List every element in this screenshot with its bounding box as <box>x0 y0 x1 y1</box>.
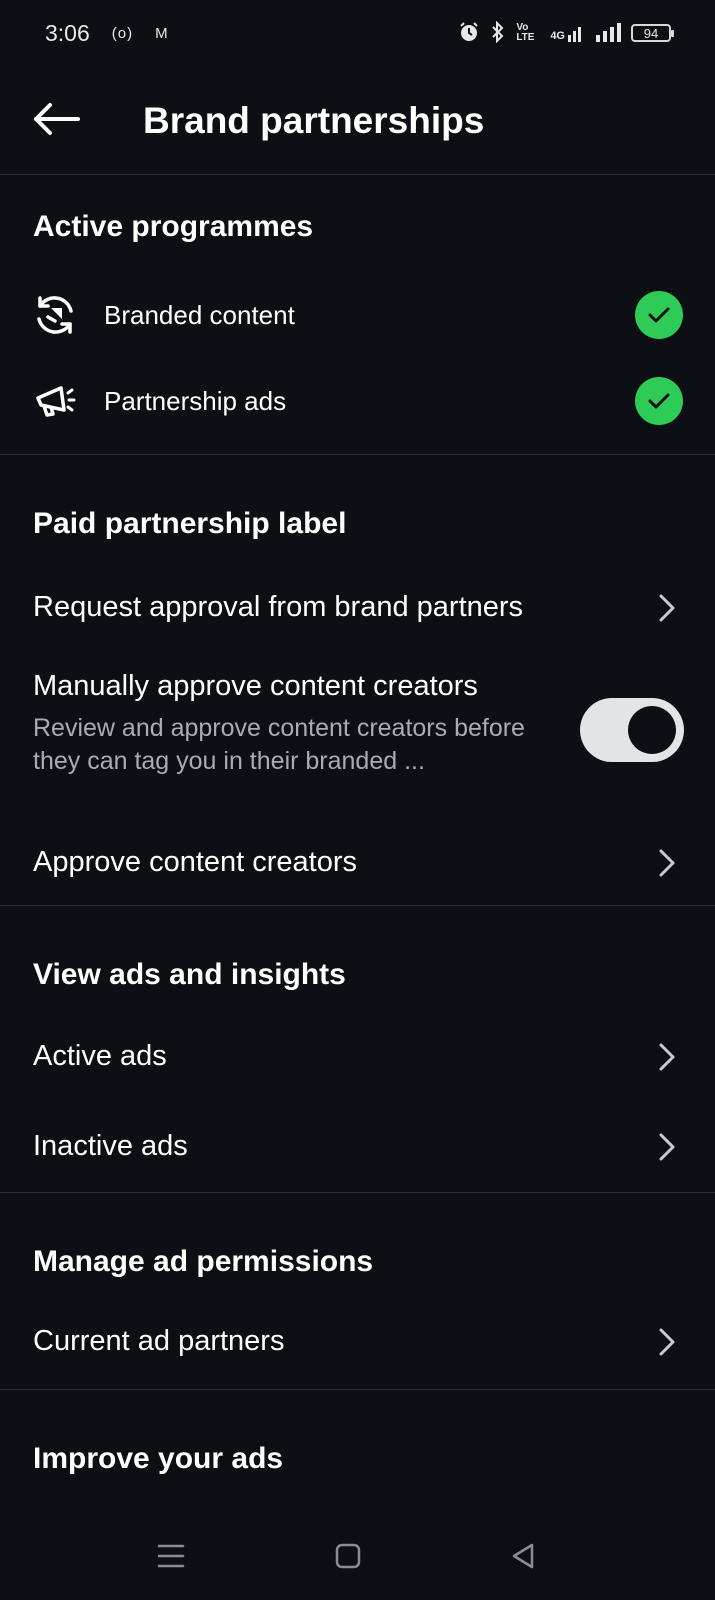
branded-content-label: Branded content <box>104 300 295 330</box>
alarm-icon <box>458 21 480 46</box>
row-inactive-ads[interactable]: Inactive ads <box>0 1115 715 1179</box>
section-improve-ads: Improve your ads <box>0 1391 715 1511</box>
status-bar-left: 3:06 (o) M <box>45 20 169 47</box>
chevron-right-icon <box>650 1040 684 1074</box>
battery-level: 94 <box>643 25 659 41</box>
chevron-right-icon <box>650 591 684 625</box>
toggle-knob <box>628 706 676 754</box>
volte-icon: Vo LTE <box>516 22 535 43</box>
manually-approve-label: Manually approve content creators <box>33 670 478 702</box>
branded-content-icon <box>30 290 80 340</box>
page-title: Brand partnerships <box>143 100 485 141</box>
status-bar-right: Vo LTE 4G 94 <box>458 20 674 46</box>
row-partnership-ads[interactable]: Partnership ads <box>0 371 715 431</box>
section-title-ad-permissions: Manage ad permissions <box>33 1245 374 1278</box>
home-button[interactable] <box>328 1538 368 1578</box>
manually-approve-description: Review and approve content creators befo… <box>33 714 525 775</box>
4g-signal-icon: 4G <box>550 24 585 42</box>
row-active-ads[interactable]: Active ads <box>0 1025 715 1089</box>
triangle-back-icon <box>510 1542 536 1575</box>
section-title-paid-partnership: Paid partnership label <box>33 507 347 540</box>
signal-icon <box>595 22 621 45</box>
status-bar: 3:06 (o) M Vo LTE 4G 94 <box>0 0 715 66</box>
section-title-active-programmes: Active programmes <box>33 210 314 243</box>
current-ad-partners-label: Current ad partners <box>33 1325 285 1357</box>
active-ads-label: Active ads <box>33 1040 167 1072</box>
app-header: Brand partnerships <box>0 66 715 175</box>
section-active-programmes: Active programmes Branded content Partne… <box>0 175 715 455</box>
chevron-right-icon <box>650 1130 684 1164</box>
inactive-ads-label: Inactive ads <box>33 1130 188 1162</box>
back-nav-button[interactable] <box>503 1538 543 1578</box>
back-button[interactable] <box>28 96 84 146</box>
row-approve-creators[interactable]: Approve content creators <box>0 831 715 895</box>
chevron-right-icon <box>650 846 684 880</box>
hotspot-icon: (o) <box>111 24 134 42</box>
row-request-approval[interactable]: Request approval from brand partners <box>0 576 715 640</box>
chevron-right-icon <box>650 1325 684 1359</box>
request-approval-label: Request approval from brand partners <box>33 591 524 623</box>
recents-button[interactable] <box>151 1538 191 1578</box>
section-paid-partnership: Paid partnership label Request approval … <box>0 456 715 906</box>
menu-icon <box>157 1543 185 1574</box>
section-title-improve-ads: Improve your ads <box>33 1442 284 1475</box>
bluetooth-icon <box>490 20 506 46</box>
row-current-ad-partners[interactable]: Current ad partners <box>0 1310 715 1374</box>
section-title-view-ads: View ads and insights <box>33 958 346 991</box>
battery-icon: 94 <box>631 24 674 42</box>
row-branded-content[interactable]: Branded content <box>0 285 715 345</box>
home-square-icon <box>335 1543 361 1574</box>
gmail-icon: M <box>155 24 169 42</box>
check-circle-icon <box>635 377 683 425</box>
megaphone-icon <box>30 376 80 426</box>
section-view-ads: View ads and insights Active ads Inactiv… <box>0 907 715 1193</box>
network-type-label: 4G <box>550 30 565 42</box>
section-ad-permissions: Manage ad permissions Current ad partner… <box>0 1194 715 1390</box>
approve-creators-label: Approve content creators <box>33 846 358 878</box>
system-nav-bar <box>0 1520 715 1600</box>
check-circle-icon <box>635 291 683 339</box>
arrow-left-icon <box>32 102 80 141</box>
status-time: 3:06 <box>45 19 90 46</box>
manually-approve-toggle[interactable] <box>580 698 684 762</box>
partnership-ads-label: Partnership ads <box>104 386 287 416</box>
